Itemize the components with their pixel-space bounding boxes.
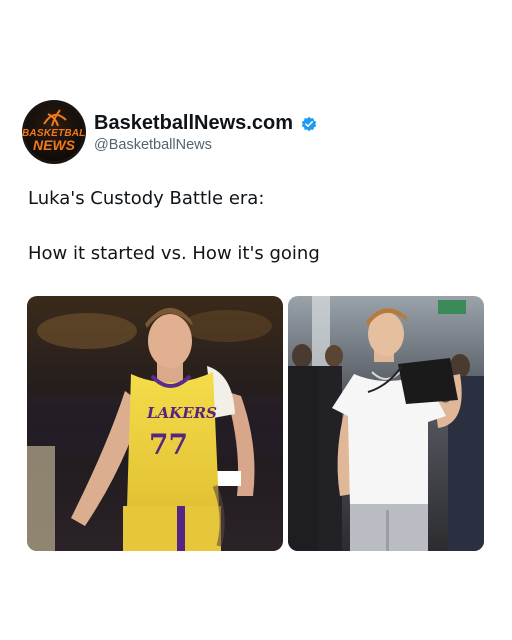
- account-names: BasketballNews.com @BasketballNews: [94, 112, 317, 153]
- photo-how-it-started[interactable]: LAKERS 77: [27, 296, 283, 551]
- jersey-team-text: LAKERS: [146, 404, 217, 422]
- display-name[interactable]: BasketballNews.com: [94, 112, 293, 135]
- tweet-header: BASKETBALL NEWS BasketballNews.com @Bask…: [22, 100, 492, 164]
- jersey-number-text: 77: [149, 428, 188, 461]
- player-with-bag-photo: [288, 296, 484, 551]
- account-handle[interactable]: @BasketballNews: [94, 137, 317, 153]
- player-in-jersey-photo: LAKERS 77: [27, 296, 283, 551]
- post-text-line-1: Luka's Custody Battle era:: [28, 188, 265, 209]
- post-text-line-2: How it started vs. How it's going: [28, 243, 320, 264]
- avatar[interactable]: BASKETBALL NEWS: [22, 100, 86, 164]
- verified-badge-icon: [302, 116, 317, 131]
- tweet-card: BASKETBALL NEWS BasketballNews.com @Bask…: [0, 0, 512, 640]
- avatar-text-news: NEWS: [33, 137, 75, 153]
- photo-how-its-going[interactable]: [288, 296, 484, 551]
